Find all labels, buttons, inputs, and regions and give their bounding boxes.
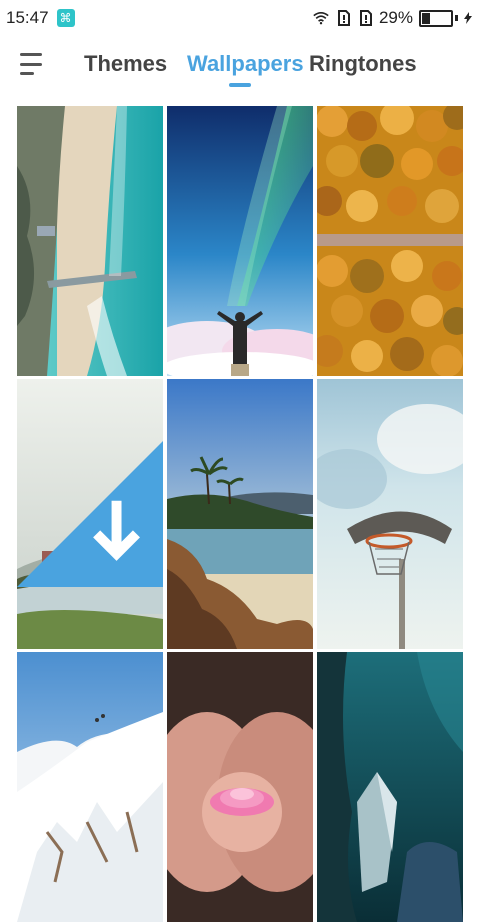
wallpaper-aerial-beach[interactable] <box>17 106 163 376</box>
tab-ringtones[interactable]: Ringtones <box>309 51 417 77</box>
status-time: 15:47 <box>6 8 49 27</box>
app-notification-icon: ⌘ <box>56 9 75 27</box>
no-sim-icon <box>337 10 350 26</box>
active-tab-indicator <box>229 83 251 87</box>
tab-themes[interactable]: Themes <box>84 51 167 77</box>
wallpaper-hands-with-flower[interactable] <box>167 652 313 922</box>
status-right: 29% <box>313 8 480 28</box>
top-bar: Themes Wallpapers Ringtones <box>0 36 480 96</box>
battery-fill <box>422 12 430 24</box>
wifi-icon <box>313 12 329 25</box>
wallpaper-autumn-forest[interactable] <box>317 106 463 376</box>
wallpaper-ice-cave[interactable] <box>317 652 463 922</box>
status-bar: 15:47 ⌘ 29% <box>0 0 480 36</box>
menu-icon[interactable] <box>20 53 44 75</box>
charging-icon <box>464 12 472 24</box>
battery-tip <box>455 15 458 21</box>
status-left: 15:47 ⌘ <box>0 8 75 28</box>
battery-icon <box>419 9 453 27</box>
battery-percent: 29% <box>378 8 413 27</box>
download-badge-icon <box>17 441 163 587</box>
wallpaper-basketball-hoop-sky[interactable] <box>317 379 463 649</box>
wallpaper-snowy-mountain[interactable] <box>17 652 163 922</box>
no-sim-icon-2 <box>359 10 372 26</box>
tab-wallpapers[interactable]: Wallpapers <box>187 51 304 77</box>
wallpaper-rocky-coast-palms[interactable] <box>167 379 313 649</box>
wallpaper-aurora-person[interactable] <box>167 106 313 376</box>
wallpaper-foggy-lake-house[interactable] <box>17 379 163 649</box>
